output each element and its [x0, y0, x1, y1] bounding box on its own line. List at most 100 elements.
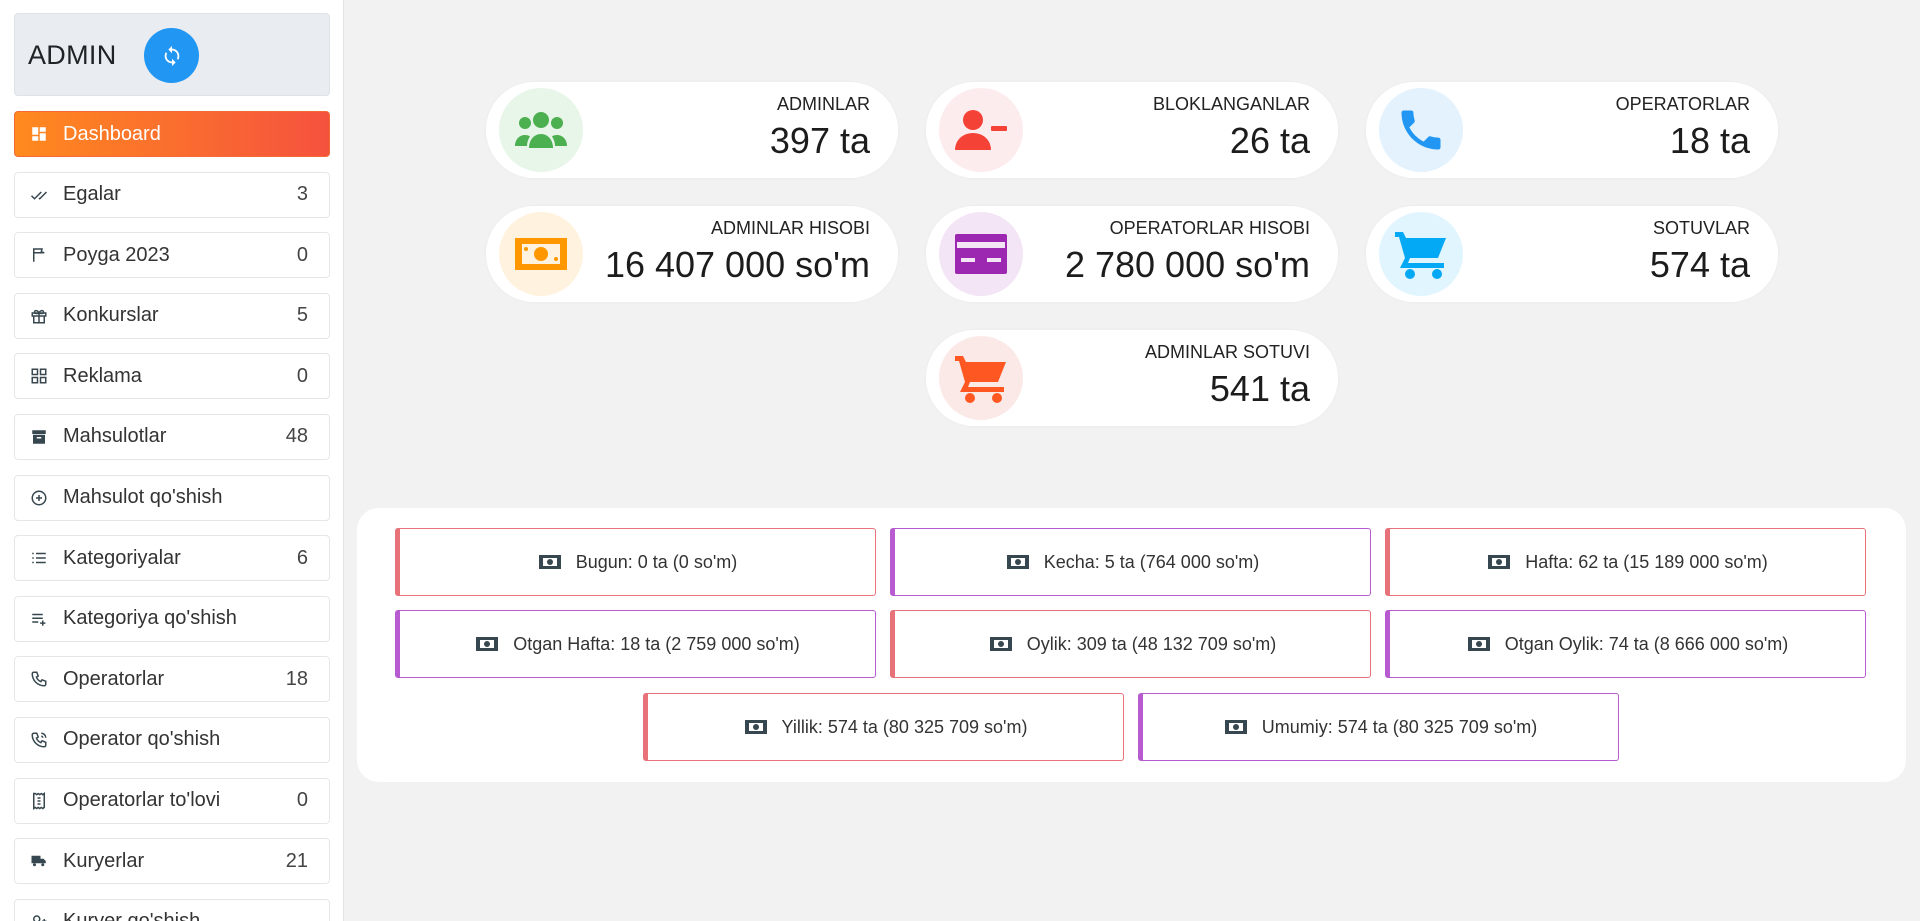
stat-card-adminlar-hisobi[interactable]: ADMINLAR HISOBI 16 407 000 so'm — [486, 206, 898, 302]
sidebar-item-count: 18 — [285, 667, 308, 690]
grid-icon — [29, 366, 49, 386]
summary-week: Hafta: 62 ta (15 189 000 so'm) — [1385, 528, 1866, 596]
sidebar-item-label: Kategoriya qo'shish — [63, 607, 237, 630]
sidebar-item-count: 21 — [285, 849, 308, 872]
stat-label: SOTUVLAR — [1652, 218, 1750, 238]
sidebar-item-label: Reklama — [63, 364, 142, 387]
money-icon — [538, 554, 562, 570]
flag-icon — [29, 245, 49, 265]
stat-value: 397 ta — [769, 120, 870, 161]
admin-header: ADMIN — [14, 13, 330, 96]
sidebar-item-count: 5 — [296, 304, 308, 327]
sidebar-item-count: 0 — [296, 364, 308, 387]
playlist-add-icon — [29, 609, 49, 629]
refresh-icon — [164, 45, 179, 66]
stat-card-sotuvlar[interactable]: SOTUVLAR 574 ta — [1366, 206, 1778, 302]
credit-card-icon — [939, 212, 1023, 296]
sidebar-item-kategoriya-qoshish[interactable]: Kategoriya qo'shish — [14, 595, 330, 642]
stat-value: 541 ta — [1209, 368, 1310, 409]
double-check-icon — [29, 185, 49, 205]
money-icon — [1487, 554, 1511, 570]
stat-card-adminlar-sotuvi[interactable]: ADMINLAR SOTUVI 541 ta — [926, 330, 1338, 426]
sidebar-item-count: 0 — [296, 243, 308, 266]
stat-card-bloklanganlar[interactable]: BLOKLANGANLAR 26 ta — [926, 82, 1338, 178]
refresh-button[interactable] — [144, 28, 199, 83]
truck-icon — [29, 851, 49, 871]
sidebar-item-label: Konkurslar — [63, 304, 159, 327]
sidebar-item-egalar[interactable]: Egalar 3 — [14, 171, 330, 218]
stat-label: OPERATORLAR — [1615, 94, 1750, 114]
cart-icon — [1379, 212, 1463, 296]
sidebar-item-poyga[interactable]: Poyga 2023 0 — [14, 232, 330, 279]
money-icon — [499, 212, 583, 296]
summary-yesterday: Kecha: 5 ta (764 000 so'm) — [890, 528, 1371, 596]
sales-summary-panel: Bugun: 0 ta (0 so'm) Kecha: 5 ta (764 00… — [357, 508, 1906, 782]
summary-text: Otgan Hafta: 18 ta (2 759 000 so'm) — [513, 633, 800, 654]
admin-title: ADMIN — [28, 40, 117, 70]
users-icon — [499, 88, 583, 172]
sidebar-item-label: Poyga 2023 — [63, 243, 170, 266]
list-icon — [29, 548, 49, 568]
money-icon — [1224, 719, 1248, 735]
summary-text: Hafta: 62 ta (15 189 000 so'm) — [1525, 551, 1768, 572]
phone-add-icon — [29, 730, 49, 750]
sidebar-item-count: 48 — [285, 425, 308, 448]
money-icon — [1467, 636, 1491, 652]
sidebar-item-label: Kuryerlar — [63, 849, 145, 872]
sidebar-item-konkurslar[interactable]: Konkurslar 5 — [14, 292, 330, 339]
summary-today: Bugun: 0 ta (0 so'm) — [395, 528, 876, 596]
stat-card-operatorlar[interactable]: OPERATORLAR 18 ta — [1366, 82, 1778, 178]
sidebar-item-label: Operator qo'shish — [63, 728, 221, 751]
summary-text: Umumiy: 574 ta (80 325 709 so'm) — [1261, 716, 1538, 737]
stat-value: 2 780 000 so'm — [1064, 244, 1310, 285]
gift-icon — [29, 306, 49, 326]
sidebar-item-operatorlar-tolovi[interactable]: Operatorlar to'lovi 0 — [14, 777, 330, 824]
summary-last-week: Otgan Hafta: 18 ta (2 759 000 so'm) — [395, 610, 876, 678]
sidebar-item-kuryer-qoshish[interactable]: Kuryer qo'shish — [14, 898, 330, 921]
sidebar-item-label: Mahsulotlar — [63, 425, 167, 448]
sidebar-item-label: Kuryer qo'shish — [63, 910, 308, 921]
sidebar-item-kuryerlar[interactable]: Kuryerlar 21 — [14, 838, 330, 885]
stat-label: ADMINLAR HISOBI — [710, 218, 870, 238]
summary-text: Kecha: 5 ta (764 000 so'm) — [1043, 551, 1260, 572]
summary-text: Yillik: 574 ta (80 325 709 so'm) — [781, 716, 1028, 737]
summary-year: Yillik: 574 ta (80 325 709 so'm) — [643, 693, 1124, 761]
sidebar-nav: Dashboard Egalar 3 Poyga 2023 0 Konkursl… — [14, 111, 330, 921]
sidebar-item-label: Kategoriyalar — [63, 546, 181, 569]
sidebar-item-operatorlar[interactable]: Operatorlar 18 — [14, 656, 330, 703]
stat-card-operatorlar-hisobi[interactable]: OPERATORLAR HISOBI 2 780 000 so'm — [926, 206, 1338, 302]
summary-text: Otgan Oylik: 74 ta (8 666 000 so'm) — [1504, 633, 1789, 654]
plus-circle-icon — [29, 488, 49, 508]
sidebar-item-label: Egalar — [63, 183, 121, 206]
sidebar-divider — [343, 0, 344, 921]
sidebar-item-count: 3 — [296, 183, 308, 206]
sidebar-item-label: Dashboard — [63, 122, 161, 145]
summary-text: Bugun: 0 ta (0 so'm) — [575, 551, 738, 572]
sidebar-item-kategoriyalar[interactable]: Kategoriyalar 6 — [14, 535, 330, 582]
summary-total: Umumiy: 574 ta (80 325 709 so'm) — [1138, 693, 1619, 761]
dashboard-icon — [29, 124, 49, 144]
stat-value: 574 ta — [1649, 244, 1750, 285]
money-icon — [1006, 554, 1030, 570]
summary-text: Oylik: 309 ta (48 132 709 so'm) — [1026, 633, 1277, 654]
sidebar-item-label: Operatorlar to'lovi — [63, 789, 221, 812]
sidebar-item-mahsulot-qoshish[interactable]: Mahsulot qo'shish — [14, 474, 330, 521]
cart-icon — [939, 336, 1023, 420]
stat-label: OPERATORLAR HISOBI — [1109, 218, 1310, 238]
sidebar-item-reklama[interactable]: Reklama 0 — [14, 353, 330, 400]
sidebar-item-count: 0 — [296, 789, 308, 812]
phone-icon — [29, 669, 49, 689]
sidebar-item-dashboard[interactable]: Dashboard — [14, 111, 330, 157]
stat-card-adminlar[interactable]: ADMINLAR 397 ta — [486, 82, 898, 178]
money-icon — [744, 719, 768, 735]
sidebar-item-operator-qoshish[interactable]: Operator qo'shish — [14, 716, 330, 763]
sidebar: ADMIN Dashboard Egalar 3 Poyga 2023 0 Ko… — [0, 0, 343, 921]
receipt-icon — [29, 791, 49, 811]
stat-value: 26 ta — [1229, 120, 1310, 161]
summary-month: Oylik: 309 ta (48 132 709 so'm) — [890, 610, 1371, 678]
stat-label: ADMINLAR SOTUVI — [1144, 342, 1310, 362]
stat-label: ADMINLAR — [776, 94, 870, 114]
sidebar-item-mahsulotlar[interactable]: Mahsulotlar 48 — [14, 413, 330, 460]
stat-label: BLOKLANGANLAR — [1152, 94, 1310, 114]
sidebar-item-label: Operatorlar — [63, 667, 165, 690]
